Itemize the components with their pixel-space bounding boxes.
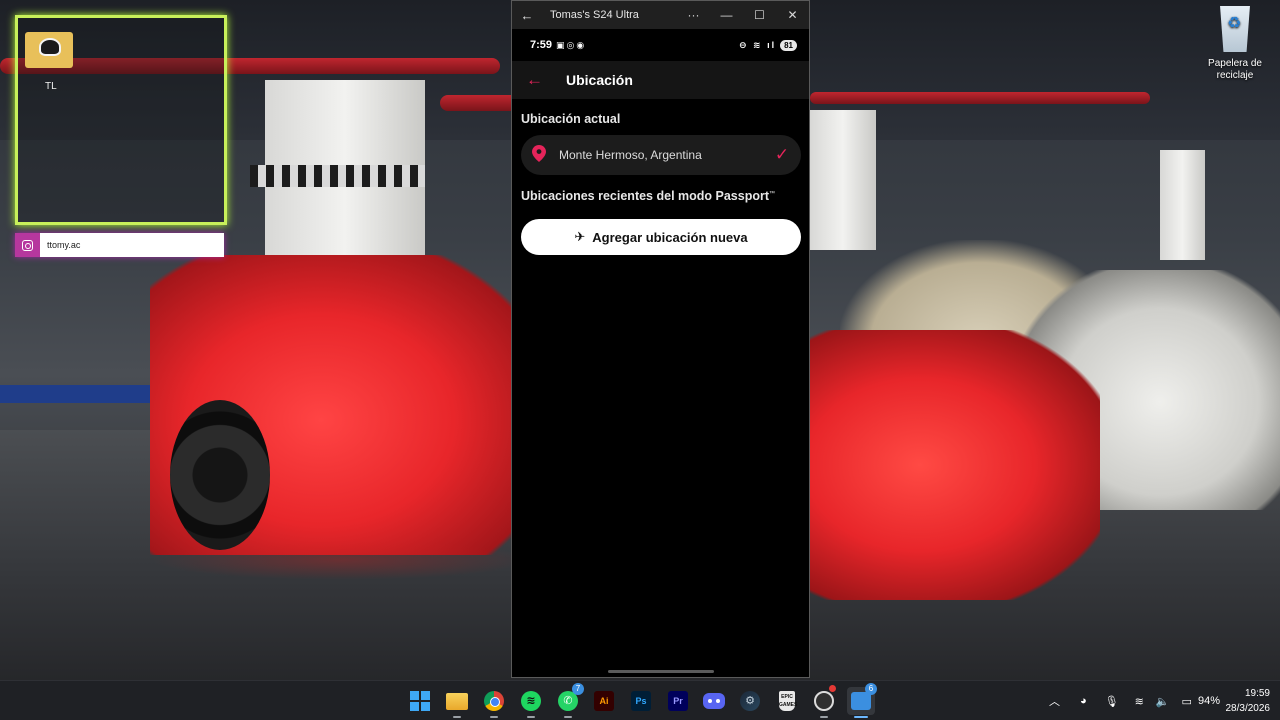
window-back-button[interactable]: ← xyxy=(512,8,542,23)
battery-icon: 81 xyxy=(780,39,797,51)
photoshop-icon[interactable]: Ps xyxy=(627,687,655,715)
windows-start-icon[interactable] xyxy=(406,687,434,715)
social-handle-overlay: ttomy.ac xyxy=(15,233,224,257)
page-title: Ubicación xyxy=(566,72,633,88)
notification-icons: ▣◎◉ xyxy=(556,39,587,50)
recycle-bin-label: Papelera de reciclaje xyxy=(1208,58,1262,81)
photoshop-label: Ps xyxy=(631,691,651,711)
recent-locations-heading-text: Ubicaciones recientes del modo Passport xyxy=(521,189,769,203)
microphone-icon[interactable]: 🎙 xyxy=(1105,695,1119,708)
add-new-location-button[interactable]: ✈ Agregar ubicación nueva xyxy=(521,219,801,255)
recycle-bin-icon xyxy=(1220,6,1250,52)
wallpaper-stripe xyxy=(250,165,425,187)
add-new-location-label: Agregar ubicación nueva xyxy=(592,229,748,245)
location-pin-icon xyxy=(521,144,557,166)
clock[interactable]: 19:59 28/3/2026 xyxy=(1226,686,1271,716)
desktop-icon-recycle-bin[interactable]: Papelera de reciclaje xyxy=(1200,6,1270,82)
phone-mirror-window: ← Tomas's S24 Ultra ··· — ☐ ✕ 7:59 ▣◎◉ ⊖… xyxy=(511,0,810,678)
signal-icons: ⊖ ≋ ıl xyxy=(739,39,777,50)
current-location-heading: Ubicación actual xyxy=(521,112,621,126)
obs-icon[interactable] xyxy=(810,685,838,718)
whatsapp-icon[interactable]: ✆ 7 xyxy=(554,683,584,718)
steam-icon[interactable]: ⚙ xyxy=(736,687,764,715)
taskbar: ≋ ✆ 7 Ai Ps Pr ⚙ EPIC GAMES 6 ︿ ◕ 🎙 ≋ 🔈 … xyxy=(0,680,1280,720)
airplane-icon: ✈ xyxy=(574,229,586,244)
checkmark-icon: ✓ xyxy=(774,145,790,164)
chrome-icon[interactable] xyxy=(480,687,508,718)
instagram-icon-box xyxy=(15,233,40,257)
network-status-icon[interactable]: ◕ xyxy=(1080,695,1087,707)
battery-percent: 94% xyxy=(1197,695,1220,707)
back-arrow-icon[interactable]: ← xyxy=(512,70,554,90)
avatar-icon xyxy=(39,38,61,56)
spotify-icon[interactable]: ≋ xyxy=(517,687,545,718)
obs-recording-dot xyxy=(829,685,836,692)
phone-link-icon[interactable]: 6 xyxy=(847,683,877,718)
illustrator-icon[interactable]: Ai xyxy=(590,687,618,715)
current-location-text: Monte Hermoso, Argentina xyxy=(559,148,702,162)
wallpaper-pillar xyxy=(810,110,876,250)
clock-time: 19:59 xyxy=(1244,688,1270,699)
premiere-label: Pr xyxy=(668,691,688,711)
window-titlebar[interactable]: ← Tomas's S24 Ultra ··· — ☐ ✕ xyxy=(512,1,809,29)
wallpaper-pillar xyxy=(1160,150,1205,260)
wallpaper-car xyxy=(800,330,1100,600)
window-minimize-button[interactable]: — xyxy=(710,8,743,22)
recent-locations-heading: Ubicaciones recientes del modo Passport™ xyxy=(512,189,809,203)
wifi-icon[interactable]: ≋ xyxy=(1135,695,1144,708)
instagram-icon xyxy=(22,239,33,251)
current-location-item[interactable]: Monte Hermoso, Argentina ✓ xyxy=(521,135,801,175)
webcam-overlay-frame: TL xyxy=(15,15,227,225)
volume-icon[interactable]: 🔈 xyxy=(1156,695,1170,708)
window-more-button[interactable]: ··· xyxy=(677,8,710,22)
discord-icon[interactable] xyxy=(700,687,728,715)
clock-date: 28/3/2026 xyxy=(1225,703,1271,714)
whatsapp-badge: 7 xyxy=(572,683,584,695)
gesture-navigation-bar[interactable] xyxy=(608,670,714,673)
phone-link-badge: 6 xyxy=(865,683,877,695)
battery-tray-icon[interactable]: ▭ xyxy=(1182,695,1192,708)
wallpaper-pipe xyxy=(810,92,1150,104)
illustrator-label: Ai xyxy=(594,691,614,711)
trademark-mark: ™ xyxy=(769,190,775,197)
epic-games-label: EPIC GAMES xyxy=(779,691,797,711)
system-tray: ︿ ◕ 🎙 ≋ 🔈 ▭ 94% xyxy=(1043,681,1220,720)
file-explorer-icon[interactable] xyxy=(443,687,471,718)
social-handle-text: ttomy.ac xyxy=(40,233,224,257)
status-time: 7:59 xyxy=(530,39,553,51)
wallpaper-wheel xyxy=(170,400,270,550)
premiere-icon[interactable]: Pr xyxy=(664,687,692,715)
app-header: ← Ubicación xyxy=(512,61,809,99)
chevron-up-icon[interactable]: ︿ xyxy=(1049,693,1060,709)
window-title: Tomas's S24 Ultra xyxy=(550,9,639,21)
window-maximize-button[interactable]: ☐ xyxy=(743,8,776,22)
phone-status-bar: 7:59 ▣◎◉ ⊖ ≋ ıl 81 xyxy=(512,29,809,61)
window-close-button[interactable]: ✕ xyxy=(776,8,809,22)
epic-games-icon[interactable]: EPIC GAMES xyxy=(773,687,801,715)
cam-label: TL xyxy=(45,81,57,92)
